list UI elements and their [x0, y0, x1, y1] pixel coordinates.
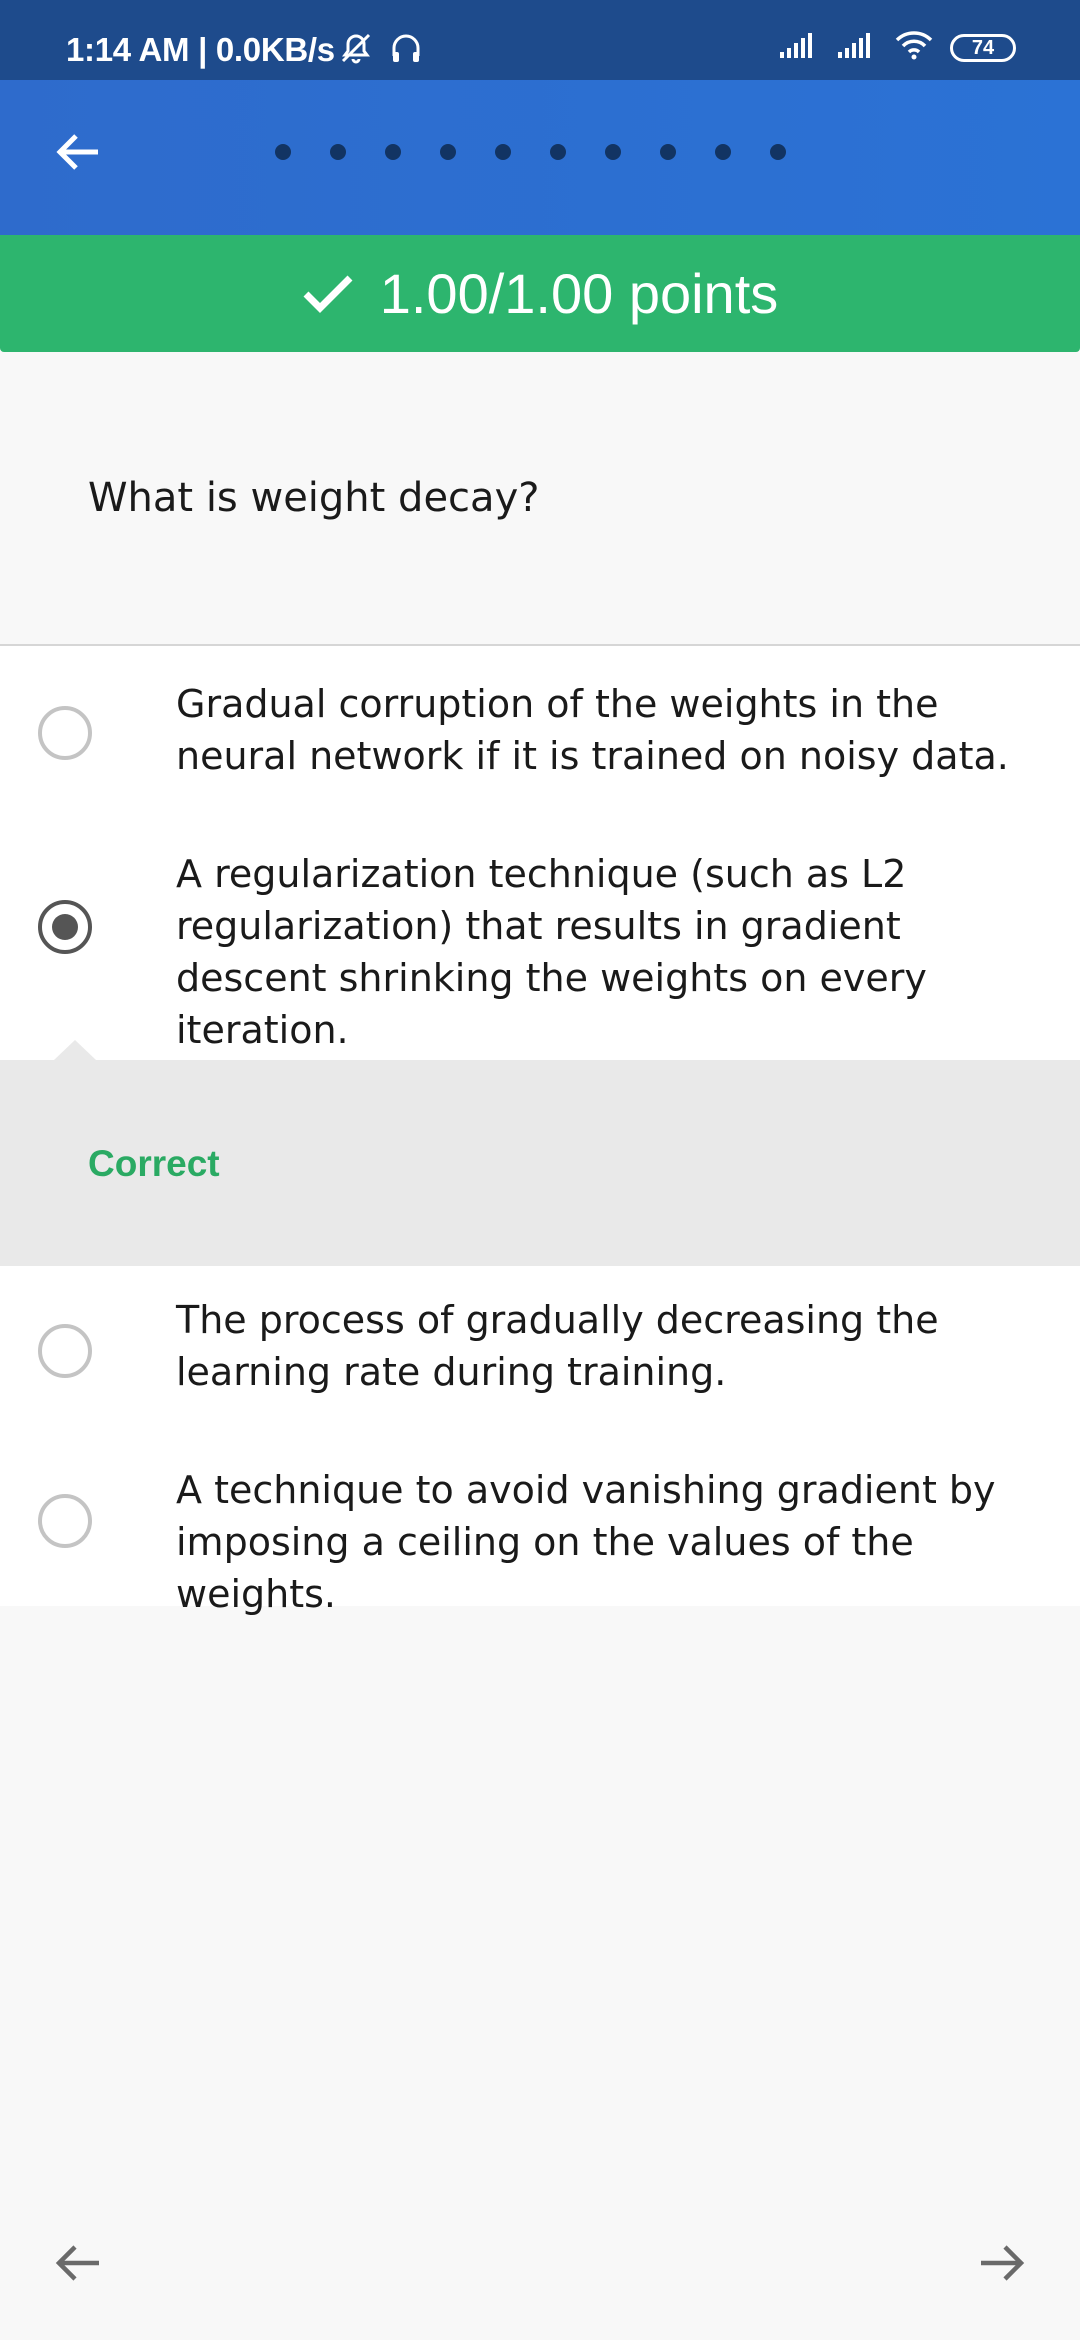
radio-button-selected[interactable] [38, 900, 92, 954]
answer-option[interactable]: A technique to avoid vanishing gradient … [0, 1436, 1080, 1616]
arrow-left-icon [53, 2238, 103, 2293]
progress-dot[interactable] [275, 144, 291, 160]
progress-dot[interactable] [330, 144, 346, 160]
wifi-icon [894, 30, 934, 65]
option-text: A regularization technique (such as L2 r… [176, 852, 927, 1052]
answer-feedback: Correct [0, 1040, 1080, 1266]
score-text: 1.00/1.00 points [379, 262, 779, 325]
option-text: Gradual corruption of the weights in the… [176, 682, 1009, 778]
question-text: What is weight decay? [88, 475, 540, 521]
answer-option[interactable]: The process of gradually decreasing the … [0, 1266, 1080, 1436]
feedback-label: Correct [88, 1143, 220, 1184]
progress-dot[interactable] [550, 144, 566, 160]
check-icon [302, 272, 354, 316]
question-progress-dots [275, 144, 786, 160]
next-question-button[interactable] [962, 2225, 1042, 2305]
progress-dot[interactable] [715, 144, 731, 160]
back-button[interactable] [40, 116, 116, 192]
battery-icon: 74 [950, 33, 1016, 62]
alarm-off-icon [338, 30, 374, 71]
answer-option[interactable]: A regularization technique (such as L2 r… [0, 820, 1080, 1060]
signal-icon [836, 30, 878, 65]
answer-option[interactable]: Gradual corruption of the weights in the… [0, 646, 1080, 820]
arrow-left-icon [54, 128, 102, 181]
progress-dot[interactable] [495, 144, 511, 160]
radio-button[interactable] [38, 1494, 92, 1548]
radio-button[interactable] [38, 1324, 92, 1378]
progress-dot[interactable] [385, 144, 401, 160]
status-right-icons: 74 [778, 30, 1016, 65]
progress-dot[interactable] [660, 144, 676, 160]
bottom-navigation [0, 2225, 1080, 2305]
status-left-icons [338, 30, 424, 71]
question-area: What is weight decay? [0, 352, 1080, 646]
signal-icon [778, 30, 820, 65]
progress-dot[interactable] [770, 144, 786, 160]
arrow-right-icon [977, 2238, 1027, 2293]
status-bar: 1:14 AM | 0.0KB/s 74 [0, 0, 1080, 80]
option-text: A technique to avoid vanishing gradient … [176, 1468, 996, 1616]
app-bar [0, 80, 1080, 235]
progress-dot[interactable] [440, 144, 456, 160]
previous-question-button[interactable] [38, 2225, 118, 2305]
progress-dot[interactable] [605, 144, 621, 160]
option-text: The process of gradually decreasing the … [176, 1298, 939, 1394]
radio-button[interactable] [38, 706, 92, 760]
score-banner: 1.00/1.00 points [0, 235, 1080, 352]
headphones-icon [388, 30, 424, 71]
